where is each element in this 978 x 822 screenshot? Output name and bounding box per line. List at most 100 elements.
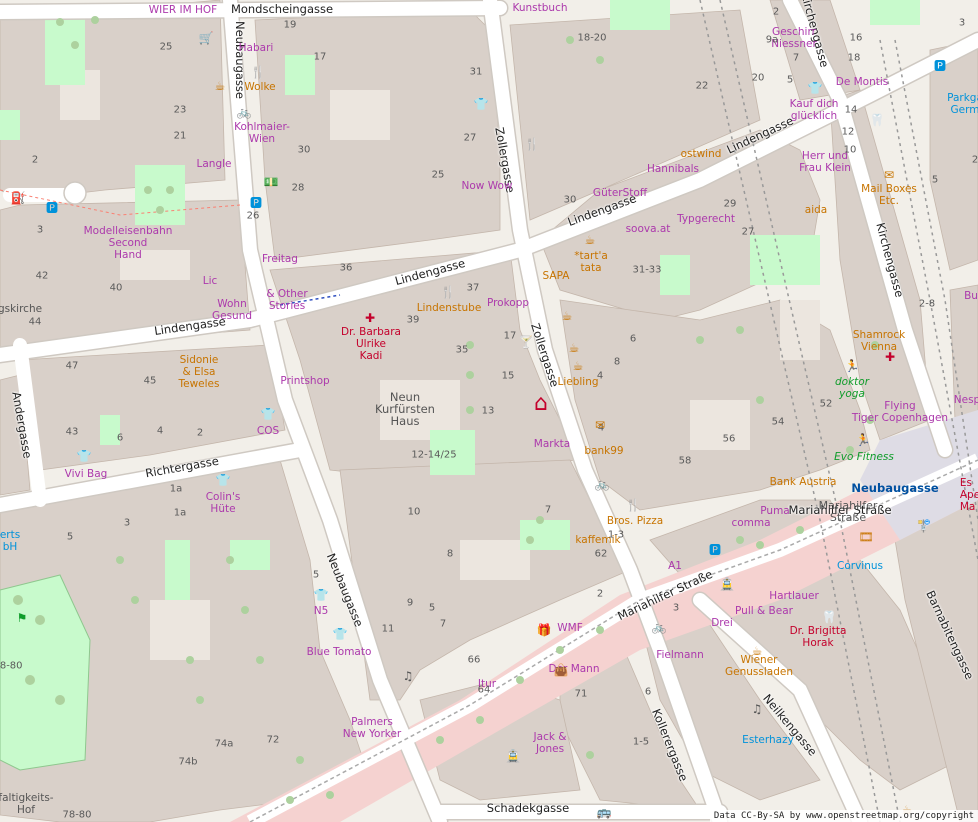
bank-icon[interactable]: 💵: [264, 176, 279, 188]
bicycle-parking-icon[interactable]: 🚲: [237, 106, 252, 118]
label-evo-fitness[interactable]: Evo Fitness: [834, 451, 894, 463]
label-ostwind[interactable]: ostwind: [681, 148, 722, 160]
label-hannibals[interactable]: Hannibals: [647, 163, 699, 175]
map-canvas[interactable]: Mondscheingasse Neubaugasse Neubaugasse …: [0, 0, 978, 822]
bus-stop-icon[interactable]: 🚏: [917, 520, 932, 532]
label-freitag[interactable]: Freitag: [262, 253, 298, 265]
cinema-icon[interactable]: 🎞: [858, 531, 873, 543]
label-wmf[interactable]: WMF: [557, 622, 582, 634]
label-esterhazy[interactable]: Esterhazy: [742, 734, 794, 746]
label-bank-austria[interactable]: Bank Austria: [770, 476, 837, 488]
bar-icon[interactable]: 🍸: [519, 336, 534, 348]
parking-icon[interactable]: 🅿: [709, 544, 721, 556]
label-esprit-partial[interactable]: Es Ape Ma: [960, 477, 978, 513]
label-cos[interactable]: COS: [257, 425, 279, 437]
marketplace-house-icon[interactable]: ⌂: [534, 393, 548, 415]
label-sapa[interactable]: SAPA: [543, 270, 570, 282]
restaurant-icon[interactable]: 🍴: [251, 66, 266, 78]
playground-icon[interactable]: ⚑: [17, 612, 28, 624]
cafe-cup-icon[interactable]: ☕: [573, 360, 584, 372]
label-kunstbuch[interactable]: Kunstbuch: [512, 2, 567, 14]
cafe-cup-icon[interactable]: ☕: [562, 310, 573, 322]
label-kohlmaier-wien[interactable]: Kohlmaier- Wien: [234, 121, 290, 145]
bus-stop-icon[interactable]: 🚌: [597, 806, 612, 818]
label-tarta[interactable]: *tart'a tata: [574, 250, 608, 274]
label-liebling[interactable]: Liebling: [557, 376, 598, 388]
cafe-cup-icon[interactable]: ☕: [215, 80, 226, 92]
label-doktor-yoga[interactable]: doktor yoga: [835, 376, 869, 400]
label-pull-bear[interactable]: Pull & Bear: [735, 605, 793, 617]
music-icon[interactable]: ♫: [403, 670, 414, 682]
label-mail-boxes[interactable]: Mail Boxes Etc.: [861, 183, 917, 207]
restaurant-icon[interactable]: 🍴: [441, 286, 456, 298]
post-office-icon[interactable]: ✉: [884, 169, 894, 181]
cafe-cup-icon[interactable]: ☕: [752, 645, 763, 657]
label-kauf-dich[interactable]: Kauf dich glücklich: [790, 98, 839, 122]
tram-stop-icon[interactable]: 🚊: [506, 750, 521, 762]
label-lic[interactable]: Lic: [203, 275, 218, 287]
label-wier-im-hof[interactable]: WIER IM HOF: [149, 4, 217, 16]
post-office-icon[interactable]: ✉: [595, 419, 605, 431]
cafe-cup-icon[interactable]: ☕: [569, 342, 580, 354]
label-aida[interactable]: aida: [805, 204, 827, 216]
parking-icon[interactable]: 🅿: [250, 197, 262, 209]
doctor-icon[interactable]: ✚: [365, 312, 375, 324]
fitness-icon[interactable]: 🏃: [845, 360, 860, 372]
label-dr-brigitta[interactable]: Dr. Brigitta Horak: [790, 625, 847, 649]
shop-bag-icon[interactable]: 🛒: [199, 32, 214, 44]
label-palmers[interactable]: Palmers New Yorker: [343, 716, 401, 740]
clothes-icon[interactable]: 👕: [216, 474, 231, 486]
label-drei[interactable]: Drei: [711, 617, 733, 629]
label-wolke[interactable]: Wolke: [244, 81, 275, 93]
label-neubaugasse-station[interactable]: Neubaugasse: [851, 482, 938, 494]
label-parkgarage[interactable]: Parkga Germ: [947, 92, 978, 116]
label-jack-jones[interactable]: Jack & Jones: [534, 731, 567, 755]
label-soova[interactable]: soova.at: [626, 223, 671, 235]
restaurant-icon[interactable]: 🍴: [525, 138, 540, 150]
label-puma[interactable]: Puma: [760, 505, 789, 517]
dentist-icon[interactable]: 🦷: [870, 114, 885, 126]
cafe-cup-icon[interactable]: ☕: [585, 234, 596, 246]
label-habari[interactable]: Habari: [239, 42, 274, 54]
label-wohn-gesund[interactable]: Wohn Gesund: [212, 298, 252, 322]
gift-icon[interactable]: 🎁: [537, 624, 552, 636]
label-hartlauer[interactable]: Hartlauer: [769, 590, 819, 602]
label-a1[interactable]: A1: [668, 560, 682, 572]
label-guterstoff[interactable]: GüterStoff: [593, 187, 647, 199]
label-dr-barbara[interactable]: Dr. Barbara Ulrike Kadi: [341, 326, 401, 362]
clothes-icon[interactable]: 👕: [314, 589, 329, 601]
fitness-icon[interactable]: 🏃: [856, 434, 871, 446]
label-markta[interactable]: Markta: [534, 438, 570, 450]
label-bros-pizza[interactable]: Bros. Pizza: [607, 515, 663, 527]
dentist-icon[interactable]: 🦷: [822, 611, 837, 623]
label-blue-tomato[interactable]: Blue Tomato: [307, 646, 372, 658]
label-printshop[interactable]: Printshop: [280, 375, 329, 387]
clothes-icon[interactable]: 👕: [333, 628, 348, 640]
label-now-wow[interactable]: Now Wow: [462, 180, 513, 192]
label-bank99[interactable]: bank99: [584, 445, 623, 457]
label-shamrock[interactable]: Shamrock Vienna: [853, 329, 905, 353]
label-n5[interactable]: N5: [314, 605, 329, 617]
shop-bag-icon[interactable]: 👜: [554, 664, 569, 676]
parking-icon[interactable]: 🅿: [46, 202, 58, 214]
label-bu-partial[interactable]: Bu: [964, 290, 978, 302]
label-colins-hute[interactable]: Colin's Hüte: [206, 491, 241, 515]
label-other-stories[interactable]: & Other Stories: [266, 288, 307, 312]
label-vivi-bag[interactable]: Vivi Bag: [65, 468, 108, 480]
clothes-icon[interactable]: 👕: [474, 98, 489, 110]
fuel-icon[interactable]: ⛽: [11, 192, 26, 204]
label-flying-tiger[interactable]: Flying Tiger Copenhagen: [852, 400, 948, 424]
pharmacy-icon[interactable]: ✚: [885, 351, 895, 363]
bicycle-parking-icon[interactable]: 🚲: [652, 621, 667, 633]
tram-stop-icon[interactable]: 🚊: [720, 578, 735, 590]
label-fielmann[interactable]: Fielmann: [656, 649, 704, 661]
restaurant-icon[interactable]: 🍴: [626, 499, 641, 511]
music-icon[interactable]: ♫: [752, 703, 763, 715]
label-typgerecht[interactable]: Typgerecht: [677, 213, 735, 225]
label-sidonie[interactable]: Sidonie & Elsa Teweles: [179, 354, 220, 390]
parking-icon[interactable]: 🅿: [934, 60, 946, 72]
label-de-montis[interactable]: De Montis: [836, 76, 889, 88]
clothes-icon[interactable]: 👕: [261, 408, 276, 420]
bicycle-parking-icon[interactable]: 🚲: [595, 478, 610, 490]
label-prokopp[interactable]: Prokopp: [487, 297, 529, 309]
